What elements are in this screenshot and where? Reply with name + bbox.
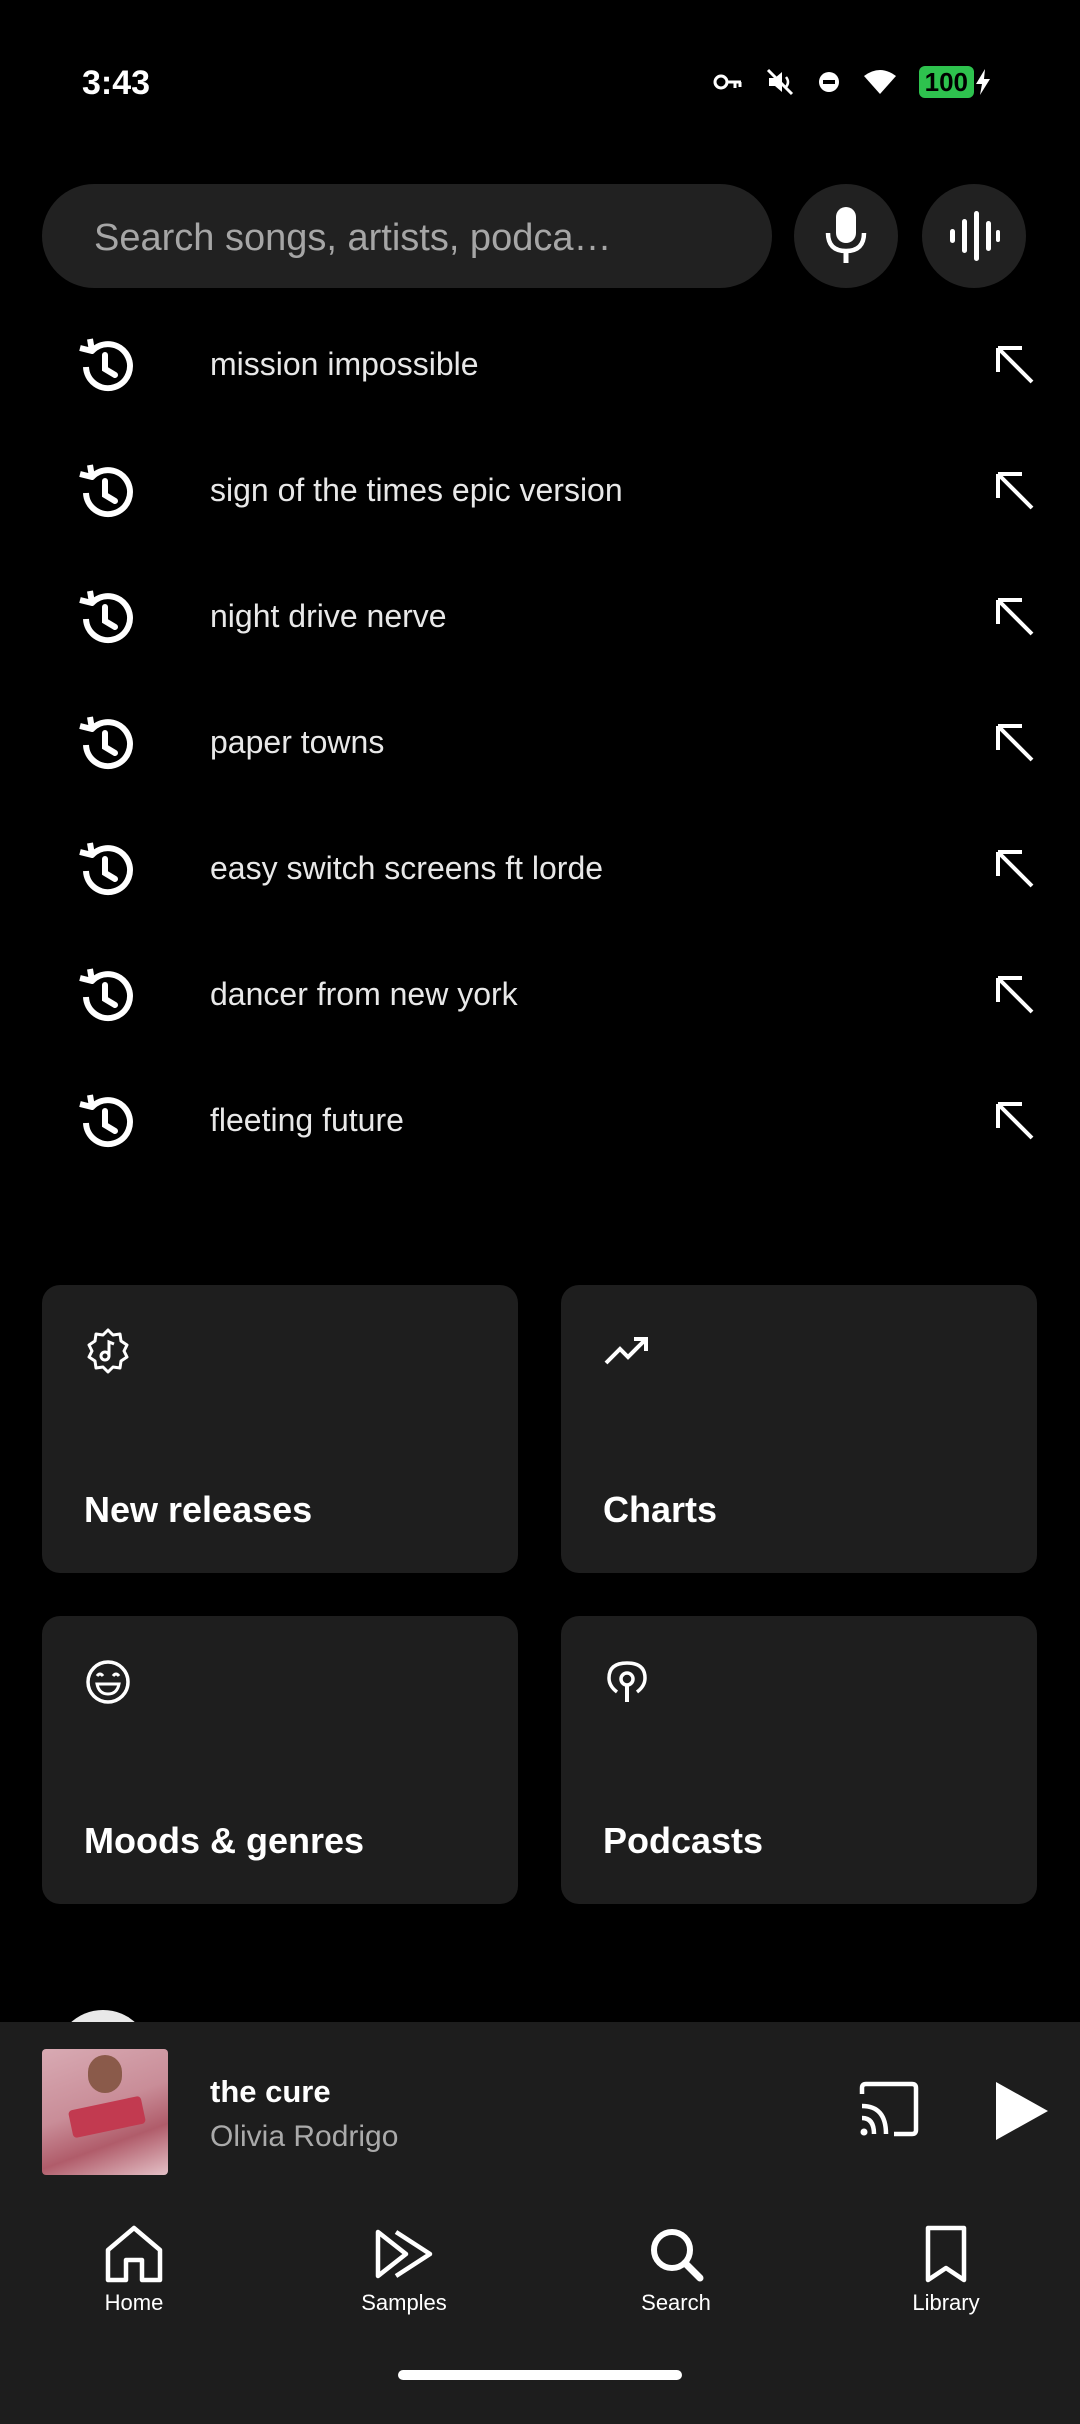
history-icon xyxy=(79,968,133,1022)
fill-query-arrow-icon[interactable] xyxy=(992,594,1038,640)
history-icon xyxy=(79,590,133,644)
history-item[interactable]: fleeting future xyxy=(0,1056,1080,1182)
history-icon xyxy=(79,842,133,896)
nav-search[interactable]: Search xyxy=(576,2224,776,2334)
mic-icon xyxy=(825,207,867,263)
vpn-key-icon xyxy=(713,72,743,92)
history-icon xyxy=(79,1094,133,1148)
category-card-charts[interactable]: Charts xyxy=(561,1285,1037,1573)
history-item[interactable]: mission impossible xyxy=(0,300,1080,426)
card-label: New releases xyxy=(84,1489,313,1530)
new-release-badge-icon xyxy=(87,1328,129,1374)
wifi-icon xyxy=(863,68,897,96)
album-art-shirt xyxy=(67,2095,147,2139)
status-time: 3:43 xyxy=(82,64,151,102)
category-card-moods-genres[interactable]: Moods & genres xyxy=(42,1616,518,1904)
history-label: paper towns xyxy=(210,724,385,760)
nav-label: Library xyxy=(912,2290,980,2315)
fill-query-arrow-icon[interactable] xyxy=(992,846,1038,892)
battery-level: 100 xyxy=(918,66,974,98)
search-placeholder: Search songs, artists, podca… xyxy=(94,217,612,259)
fill-query-arrow-icon[interactable] xyxy=(992,972,1038,1018)
album-art-figure xyxy=(88,2055,122,2093)
nav-home[interactable]: Home xyxy=(34,2224,234,2334)
nav-label: Search xyxy=(641,2290,711,2315)
search-input[interactable]: Search songs, artists, podca… xyxy=(42,184,772,288)
dnd-icon xyxy=(817,70,841,94)
category-card-new-releases[interactable]: New releases xyxy=(42,1285,518,1573)
card-label: Moods & genres xyxy=(84,1820,365,1861)
cast-icon[interactable] xyxy=(856,2080,920,2140)
status-icons: 100 xyxy=(713,66,992,98)
home-indicator[interactable] xyxy=(398,2370,682,2380)
smile-icon xyxy=(86,1660,130,1704)
card-label: Charts xyxy=(603,1489,718,1530)
history-label: night drive nerve xyxy=(210,598,447,634)
search-history-list: mission impossible sign of the times epi… xyxy=(0,300,1080,1182)
track-title: the cure xyxy=(210,2074,331,2109)
play-icon[interactable] xyxy=(990,2078,1052,2144)
podcast-icon xyxy=(607,1661,647,1702)
history-item[interactable]: dancer from new york xyxy=(0,930,1080,1056)
history-label: dancer from new york xyxy=(210,976,518,1012)
status-bar: 3:43 100 xyxy=(0,0,1080,170)
history-label: fleeting future xyxy=(210,1102,404,1138)
charging-icon xyxy=(976,69,990,95)
nav-label: Home xyxy=(104,2290,164,2315)
history-label: sign of the times epic version xyxy=(210,472,623,508)
fill-query-arrow-icon[interactable] xyxy=(992,1098,1038,1144)
history-icon xyxy=(79,464,133,518)
history-item[interactable]: easy switch screens ft lorde xyxy=(0,804,1080,930)
mute-icon xyxy=(765,67,795,97)
history-icon xyxy=(79,716,133,770)
fill-query-arrow-icon[interactable] xyxy=(992,468,1038,514)
history-label: mission impossible xyxy=(210,346,479,382)
bottom-nav: Home Samples Search Library xyxy=(0,2210,1080,2424)
nav-library[interactable]: Library xyxy=(846,2224,1046,2334)
song-recognition-button[interactable] xyxy=(922,184,1026,288)
history-item[interactable]: sign of the times epic version xyxy=(0,426,1080,552)
nav-label: Samples xyxy=(361,2290,447,2315)
home-icon xyxy=(105,2225,163,2283)
history-item[interactable]: paper towns xyxy=(0,678,1080,804)
nav-samples[interactable]: Samples xyxy=(304,2224,504,2334)
battery-icon: 100 xyxy=(918,66,992,98)
soundwave-icon xyxy=(950,211,1000,261)
card-label: Podcasts xyxy=(603,1820,764,1861)
history-icon xyxy=(79,338,133,392)
voice-search-button[interactable] xyxy=(794,184,898,288)
history-label: easy switch screens ft lorde xyxy=(210,850,604,886)
track-artist: Olivia Rodrigo xyxy=(210,2120,399,2153)
history-item[interactable]: night drive nerve xyxy=(0,552,1080,678)
category-card-podcasts[interactable]: Podcasts xyxy=(561,1616,1037,1904)
fill-query-arrow-icon[interactable] xyxy=(992,342,1038,388)
samples-icon xyxy=(375,2229,433,2279)
mini-player[interactable]: the cure Olivia Rodrigo xyxy=(0,2022,1080,2210)
bookmark-icon xyxy=(925,2225,967,2283)
trending-up-icon xyxy=(604,1337,648,1365)
album-art xyxy=(42,2049,168,2175)
search-row: Search songs, artists, podca… xyxy=(42,184,1028,288)
fill-query-arrow-icon[interactable] xyxy=(992,720,1038,766)
search-icon xyxy=(651,2229,704,2282)
